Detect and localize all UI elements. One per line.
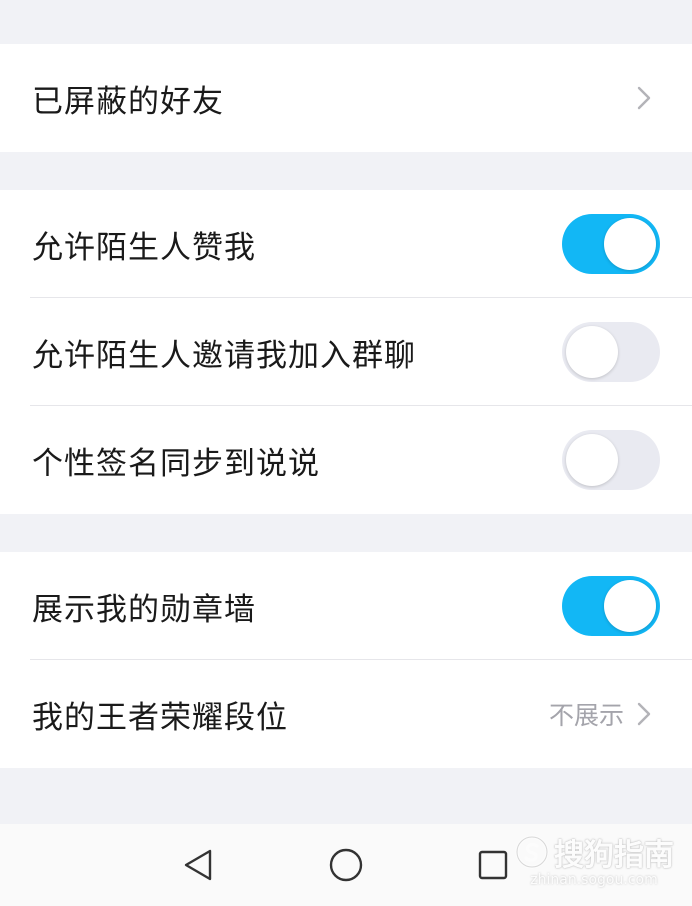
settings-group-strangers: 允许陌生人赞我 允许陌生人邀请我加入群聊 个性签名同步到说说 <box>0 190 692 514</box>
square-recents-icon[interactable] <box>471 843 515 887</box>
toggle-knob <box>604 218 656 270</box>
show-badge-wall-row: 展示我的勋章墙 <box>0 552 692 660</box>
toggle-knob <box>566 434 618 486</box>
watermark-text: 搜狗指南 <box>554 838 674 873</box>
blocked-friends-row[interactable]: 已屏蔽的好友 <box>0 44 692 152</box>
section-gap <box>0 152 692 190</box>
honor-of-kings-rank-label: 我的王者荣耀段位 <box>32 699 288 736</box>
watermark-subtext: zhinan.sogou.com <box>530 872 658 888</box>
allow-stranger-group-invite-row: 允许陌生人邀请我加入群聊 <box>0 298 692 406</box>
allow-stranger-like-row: 允许陌生人赞我 <box>0 190 692 298</box>
toggle-knob <box>566 326 618 378</box>
sync-signature-label: 个性签名同步到说说 <box>32 445 320 482</box>
section-gap <box>0 0 692 44</box>
settings-group-blocked: 已屏蔽的好友 <box>0 44 692 152</box>
toggle-knob <box>604 580 656 632</box>
allow-stranger-like-label: 允许陌生人赞我 <box>32 229 256 266</box>
blocked-friends-label: 已屏蔽的好友 <box>32 83 224 120</box>
allow-stranger-group-invite-label: 允许陌生人邀请我加入群聊 <box>32 337 416 374</box>
chevron-right-icon <box>628 698 660 730</box>
sync-signature-toggle[interactable] <box>562 430 660 490</box>
triangle-back-icon[interactable] <box>176 843 220 887</box>
allow-stranger-like-toggle[interactable] <box>562 214 660 274</box>
section-gap <box>0 514 692 552</box>
chevron-right-icon <box>628 82 660 114</box>
sogou-logo-icon <box>515 835 549 869</box>
sync-signature-row: 个性签名同步到说说 <box>0 406 692 514</box>
settings-group-display: 展示我的勋章墙 我的王者荣耀段位 不展示 <box>0 552 692 768</box>
honor-of-kings-rank-value: 不展示 <box>548 701 624 730</box>
show-badge-wall-toggle[interactable] <box>562 576 660 636</box>
circle-home-icon[interactable] <box>324 843 368 887</box>
privacy-settings-page: 已屏蔽的好友 允许陌生人赞我 允许陌生人邀请我加入群聊 个性签名同步到说说 展示… <box>0 0 692 906</box>
show-badge-wall-label: 展示我的勋章墙 <box>32 591 256 628</box>
honor-of-kings-rank-row[interactable]: 我的王者荣耀段位 不展示 <box>0 660 692 768</box>
sogou-watermark: 搜狗指南 zhinan.sogou.com <box>514 830 674 888</box>
allow-stranger-group-invite-toggle[interactable] <box>562 322 660 382</box>
